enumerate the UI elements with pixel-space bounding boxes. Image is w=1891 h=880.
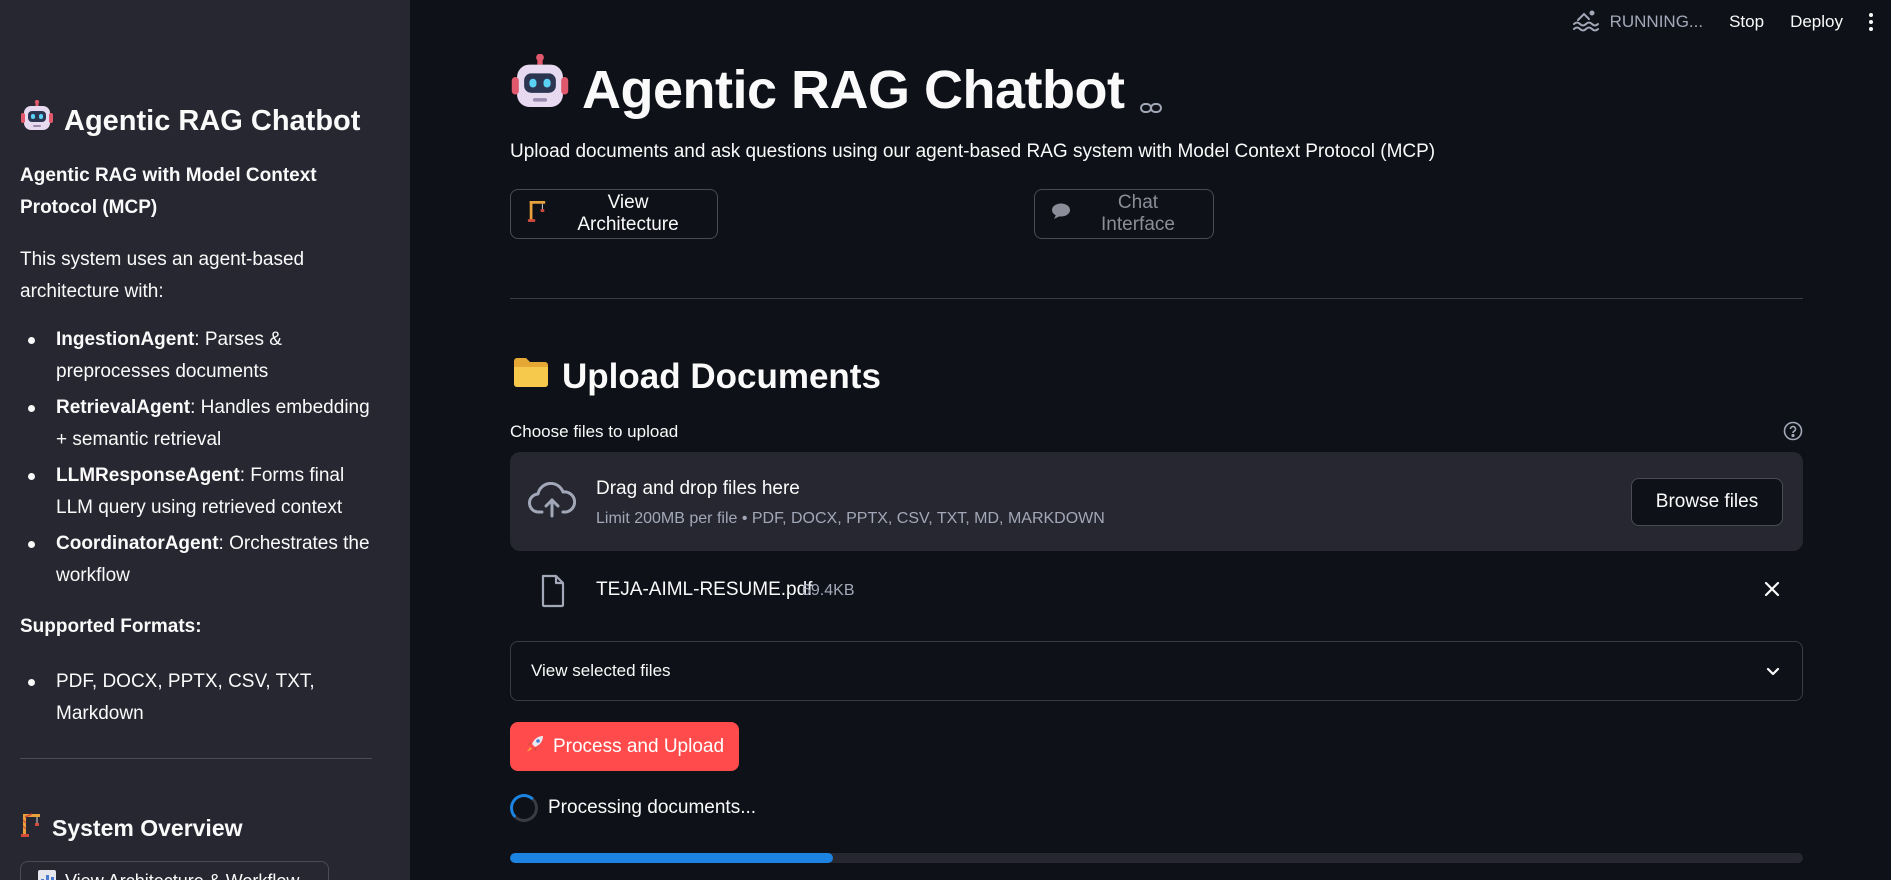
sidebar-divider (20, 758, 372, 759)
page-title-text: Agentic RAG Chatbot (582, 60, 1125, 120)
file-size: 69.4KB (802, 582, 855, 599)
rocket-icon (525, 734, 545, 760)
robot-icon (510, 53, 570, 127)
agent-name: IngestionAgent (56, 329, 195, 350)
progress-bar-fill (510, 853, 834, 863)
expander-label: View selected files (531, 661, 671, 680)
browse-files-button[interactable]: Browse files (1631, 478, 1783, 526)
cloud-upload-icon (528, 481, 577, 525)
view-architecture-button[interactable]: View Architecture (510, 189, 718, 239)
system-overview-heading: System Overview (20, 812, 243, 844)
close-icon[interactable] (1763, 580, 1781, 603)
formats-title: Supported Formats: (20, 616, 202, 637)
chevron-down-icon (1764, 662, 1782, 685)
agent-list-item: LLMResponseAgent: Forms final LLM query … (20, 460, 380, 524)
intro-text: Upload documents and ask questions using… (510, 141, 1436, 162)
link-icon[interactable] (1140, 66, 1163, 128)
chart-icon (37, 869, 57, 880)
system-overview-text: System Overview (52, 814, 243, 841)
chat-interface-button[interactable]: Chat Interface (1034, 189, 1214, 239)
view-architecture-workflow-label: View Architecture & Workflow (65, 871, 299, 880)
crane-icon (527, 199, 547, 229)
processing-text: Processing documents... (548, 797, 757, 818)
help-icon[interactable] (1783, 421, 1803, 446)
agent-list: IngestionAgent: Parses & preprocesses do… (20, 324, 380, 596)
sidebar-title-text: Agentic RAG Chatbot (64, 104, 361, 137)
folder-icon (512, 356, 550, 397)
choose-files-label: Choose files to upload (510, 422, 679, 441)
uploaded-file-row: TEJA-AIML-RESUME.pdf 69.4KB (510, 570, 1803, 614)
sidebar: Agentic RAG Chatbot Agentic RAG with Mod… (0, 0, 410, 880)
formats-list-item: PDF, DOCX, PPTX, CSV, TXT, Markdown (20, 666, 380, 730)
crane-icon (20, 812, 42, 844)
agent-list-item: CoordinatorAgent: Orchestrates the workf… (20, 528, 380, 592)
dropzone-title: Drag and drop files here (596, 478, 800, 499)
main-menu-icon[interactable] (1869, 13, 1873, 31)
section-divider (510, 298, 1803, 299)
chat-interface-label: Chat Interface (1101, 192, 1175, 235)
agent-name: CoordinatorAgent (56, 533, 219, 554)
agent-list-item: RetrievalAgent: Handles embedding + sema… (20, 392, 380, 456)
view-architecture-label: View Architecture (577, 192, 679, 235)
progress-bar (510, 853, 1803, 863)
file-name: TEJA-AIML-RESUME.pdf (596, 579, 813, 600)
sidebar-description: This system uses an agent-based architec… (20, 249, 305, 302)
robot-icon (20, 99, 54, 142)
view-selected-files-expander[interactable]: View selected files (510, 641, 1803, 701)
process-upload-button[interactable]: Process and Upload (510, 722, 739, 771)
process-upload-label: Process and Upload (552, 735, 725, 757)
file-dropzone[interactable]: Drag and drop files here Limit 200MB per… (510, 452, 1803, 551)
agent-name: LLMResponseAgent (56, 465, 240, 486)
upload-section-title-text: Upload Documents (562, 356, 881, 396)
dropzone-limit: Limit 200MB per file • PDF, DOCX, PPTX, … (596, 510, 1105, 527)
loading-spinner-icon (510, 794, 538, 822)
sidebar-title: Agentic RAG Chatbot (20, 99, 361, 142)
file-icon (540, 574, 566, 613)
page-title: Agentic RAG Chatbot (510, 52, 1163, 128)
view-architecture-workflow-button[interactable]: View Architecture & Workflow (20, 861, 329, 880)
agent-list-item: IngestionAgent: Parses & preprocesses do… (20, 324, 380, 388)
main-content: Agentic RAG Chatbot Upload documents and… (510, 0, 1803, 880)
agent-name: RetrievalAgent (56, 397, 191, 418)
formats-list: PDF, DOCX, PPTX, CSV, TXT, Markdown (20, 666, 380, 730)
speech-bubble-icon (1051, 202, 1071, 226)
processing-status: Processing documents... (510, 794, 756, 822)
upload-section-title: Upload Documents (512, 356, 881, 397)
sidebar-subtitle: Agentic RAG with Model Context Protocol … (20, 165, 317, 218)
